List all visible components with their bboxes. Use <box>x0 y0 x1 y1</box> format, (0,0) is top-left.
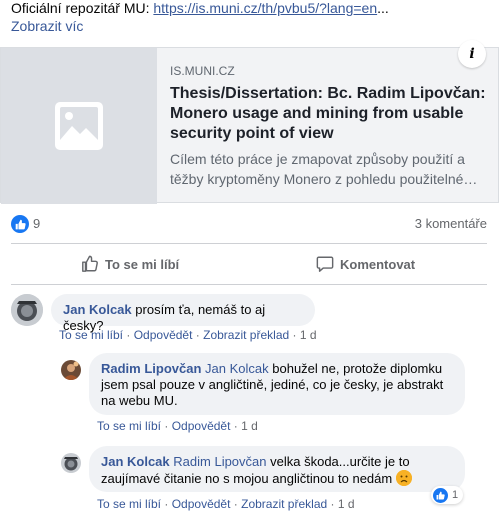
actions-divider <box>11 284 487 285</box>
comment-author[interactable]: Jan Kolcak <box>63 302 132 317</box>
comment-like-link[interactable]: To se mi líbí <box>97 497 161 511</box>
disappointed-emoji-icon <box>395 470 412 486</box>
post-text-ellipsis: ... <box>377 0 389 16</box>
comment-translate-link[interactable]: Zobrazit překlad <box>203 328 289 342</box>
comment-reaction-count: 1 <box>452 489 459 501</box>
info-icon[interactable]: i <box>458 40 486 68</box>
like-reaction-icon <box>433 487 448 503</box>
stats-divider <box>11 243 487 244</box>
comment-like-link[interactable]: To se mi líbí <box>59 328 123 342</box>
comment-author[interactable]: Radim Lipovčan <box>101 361 201 376</box>
preview-thumbnail <box>1 48 157 204</box>
post-text-prefix: Oficiální repozitář MU: <box>11 0 154 16</box>
comment-meta: To se mi líbí · Odpovědět · Zobrazit pře… <box>59 328 317 342</box>
comment-meta: To se mi líbí · Odpovědět · Zobrazit pře… <box>97 497 355 511</box>
reaction-stats: 9 3 komentáře <box>11 214 487 234</box>
comment-translate-link[interactable]: Zobrazit překlad <box>241 497 327 511</box>
comment-meta: To se mi líbí · Odpovědět · 1 d <box>97 419 258 433</box>
preview-info: IS.MUNI.CZ Thesis/Dissertation: Bc. Radi… <box>158 48 498 202</box>
post-text: Oficiální repozitář MU: https://is.muni.… <box>11 0 491 17</box>
image-placeholder-icon <box>55 102 103 150</box>
see-more-link[interactable]: Zobrazit víc <box>11 18 83 34</box>
comment-reply-link[interactable]: Odpovědět <box>172 419 231 433</box>
comment-reply-link[interactable]: Odpovědět <box>172 497 231 511</box>
comment-icon <box>316 256 334 272</box>
preview-domain: IS.MUNI.CZ <box>170 64 235 78</box>
like-button[interactable]: To se mi líbí <box>81 246 179 282</box>
thumbs-up-icon <box>82 255 98 272</box>
comment-timestamp[interactable]: 1 d <box>338 497 355 511</box>
comment-button-label: Komentovat <box>340 256 416 272</box>
comment-timestamp[interactable]: 1 d <box>241 419 258 433</box>
avatar[interactable] <box>61 453 81 473</box>
avatar[interactable] <box>11 294 43 326</box>
comment-bubble: Jan Kolcak Radim Lipovčan velka škoda...… <box>89 446 465 492</box>
comment-reaction-badge[interactable]: 1 <box>431 486 464 504</box>
comment-timestamp[interactable]: 1 d <box>300 328 317 342</box>
comment-author[interactable]: Jan Kolcak <box>101 454 170 469</box>
comment-reply-link[interactable]: Odpovědět <box>134 328 193 342</box>
comment-mention[interactable]: Jan Kolcak <box>205 361 269 376</box>
comment-bubble: Jan Kolcak prosím ťa, nemáš to aj česky? <box>51 294 315 333</box>
like-button-label: To se mi líbí <box>105 256 180 272</box>
preview-description: Cílem této práce je zmapovat způsoby pou… <box>170 151 478 187</box>
avatar[interactable] <box>61 360 81 380</box>
comment-bubble: Radim Lipovčan Jan Kolcak bohužel ne, pr… <box>89 353 465 415</box>
comment-button[interactable]: Komentovat <box>316 246 415 282</box>
comments-count[interactable]: 3 komentáře <box>415 216 487 231</box>
comment-mention[interactable]: Radim Lipovčan <box>173 454 266 469</box>
repository-link[interactable]: https://is.muni.cz/th/pvbu5/?lang=en <box>153 0 377 16</box>
comment-like-link[interactable]: To se mi líbí <box>97 419 161 433</box>
link-preview-card[interactable]: IS.MUNI.CZ Thesis/Dissertation: Bc. Radi… <box>0 40 499 204</box>
like-reaction-icon[interactable] <box>11 215 29 233</box>
post-actions: To se mi líbí Komentovat <box>11 246 487 282</box>
like-count[interactable]: 9 <box>33 216 40 231</box>
preview-title[interactable]: Thesis/Dissertation: Bc. Radim Lipovčan:… <box>170 84 486 144</box>
